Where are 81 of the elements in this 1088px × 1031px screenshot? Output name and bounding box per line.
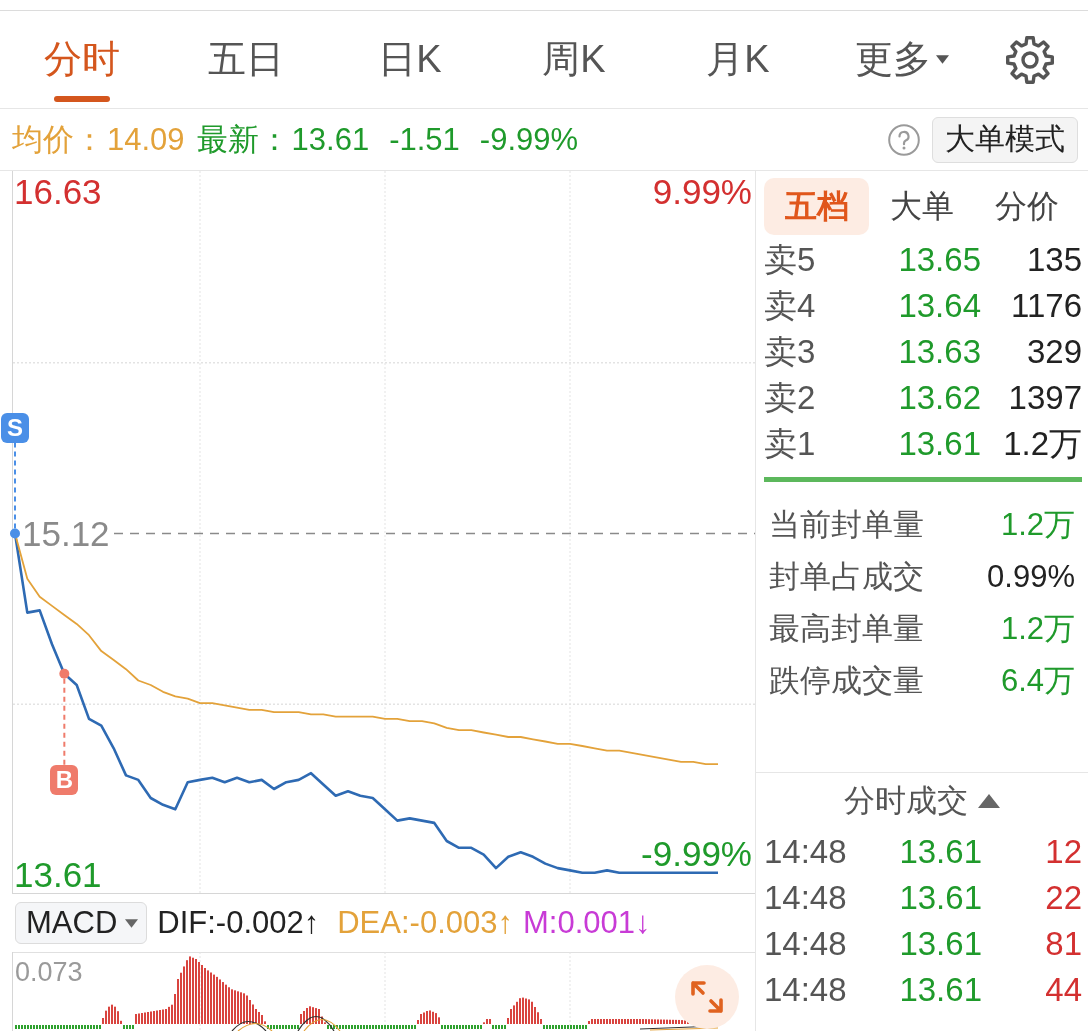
stat-label: 跌停成交量: [769, 662, 924, 700]
macd-positive-bar-cluster: [507, 997, 542, 1024]
dif-value: DIF:-0.002↑: [157, 905, 320, 941]
stat-value: 1.2万: [1000, 506, 1075, 544]
marker-tag: B: [50, 764, 79, 795]
trade-time: 14:48: [764, 925, 848, 963]
trade-volume: 81: [1044, 925, 1082, 963]
scale-label: 0.073: [15, 957, 83, 987]
average-price-value: 14.09: [107, 121, 185, 158]
ask-level-label: 卖5: [764, 239, 817, 280]
period-tab[interactable]: 日K: [328, 11, 492, 108]
ask-level-label: 卖4: [764, 285, 817, 326]
order-tab[interactable]: 大单: [869, 178, 974, 235]
trade-price: 13.61: [898, 833, 982, 871]
expand-icon: [690, 980, 724, 1014]
trade-time: 14:48: [764, 971, 848, 1009]
price-change: -1.51: [389, 121, 460, 158]
stat-value: 6.4万: [1000, 662, 1075, 700]
ask-volume: 1176: [1010, 287, 1082, 325]
macd-negative-bar-cluster: [543, 1025, 587, 1029]
marker-tag: S: [1, 412, 29, 443]
ask-volume: 329: [1025, 333, 1082, 371]
ask-volume: 135: [1025, 241, 1082, 279]
dea-value: DEA:-0.003↑: [337, 905, 513, 941]
trade-price: 13.61: [898, 879, 982, 917]
trade-time: 14:48: [764, 879, 848, 917]
marker-dot-icon: [10, 528, 20, 539]
ask-price: 13.62: [897, 379, 981, 417]
percent-axis-label: 9.99%: [652, 176, 752, 209]
trade-volume: 12: [1044, 833, 1082, 871]
macd-positive-bar-cluster: [102, 1004, 122, 1024]
macd-negative-bar-cluster: [441, 1025, 482, 1029]
price-axis-label: 13.61: [14, 858, 102, 891]
period-tab[interactable]: 月K: [656, 11, 820, 108]
ask-volume: 1.2万: [1002, 423, 1082, 464]
ask-level-label: 卖1: [764, 423, 817, 464]
macd-positive-bar-cluster: [483, 1019, 491, 1024]
ask-level-label: 卖3: [764, 331, 817, 372]
help-icon[interactable]: [888, 123, 920, 156]
ask-price: 13.65: [897, 241, 981, 279]
trade-volume: 44: [1044, 971, 1082, 1009]
period-tab[interactable]: 周K: [492, 11, 656, 108]
marker-dot-icon: [59, 668, 70, 679]
stat-value: 1.2万: [1000, 610, 1075, 648]
trades-toggle[interactable]: 分时成交: [838, 773, 1006, 829]
macd-negative-bar-cluster: [123, 1025, 134, 1029]
stat-label: 当前封单量: [769, 506, 924, 544]
order-tab[interactable]: 分价: [974, 178, 1079, 235]
trade-price: 13.61: [898, 925, 982, 963]
macd-value: M:0.001↓: [523, 905, 651, 941]
stat-value: 0.99%: [987, 559, 1075, 595]
price-axis-label: 15.12: [22, 517, 110, 550]
trade-time: 14:48: [764, 833, 848, 871]
period-tab[interactable]: 分时: [0, 11, 164, 108]
trade-price: 13.61: [898, 971, 982, 1009]
macd-negative-bar-cluster: [267, 1025, 299, 1029]
trade-volume: 22: [1044, 879, 1082, 917]
ask-price: 13.63: [897, 333, 981, 371]
settings-icon[interactable]: [1005, 34, 1055, 85]
indicator-dropdown[interactable]: MACD: [15, 902, 148, 944]
caret-icon: [936, 55, 949, 64]
macd-positive-bar-cluster: [300, 1006, 326, 1024]
ask-volume: 1397: [1007, 379, 1082, 417]
caret-icon: [125, 918, 139, 928]
percent-axis-label: -9.99%: [641, 837, 752, 870]
ask-price: 13.64: [897, 287, 981, 325]
percent-change: -9.99%: [479, 121, 579, 158]
period-tab[interactable]: 更多: [820, 11, 984, 108]
ask-price: 13.61: [897, 425, 981, 463]
average-price-label: 均价：: [12, 120, 105, 159]
caret-icon: [978, 794, 1000, 808]
stat-label: 封单占成交: [769, 558, 924, 596]
ask-level-label: 卖2: [764, 377, 817, 418]
stat-label: 最高封单量: [769, 610, 924, 648]
macd-negative-bar-cluster: [492, 1025, 506, 1029]
macd-positive-bar-cluster: [417, 1010, 440, 1024]
mode-button[interactable]: 大单模式: [932, 116, 1078, 163]
period-tab[interactable]: 五日: [164, 11, 328, 108]
price-axis-label: 16.63: [14, 176, 102, 209]
latest-price-value: 13.61: [291, 121, 370, 158]
latest-price-label: 最新：: [196, 120, 290, 159]
